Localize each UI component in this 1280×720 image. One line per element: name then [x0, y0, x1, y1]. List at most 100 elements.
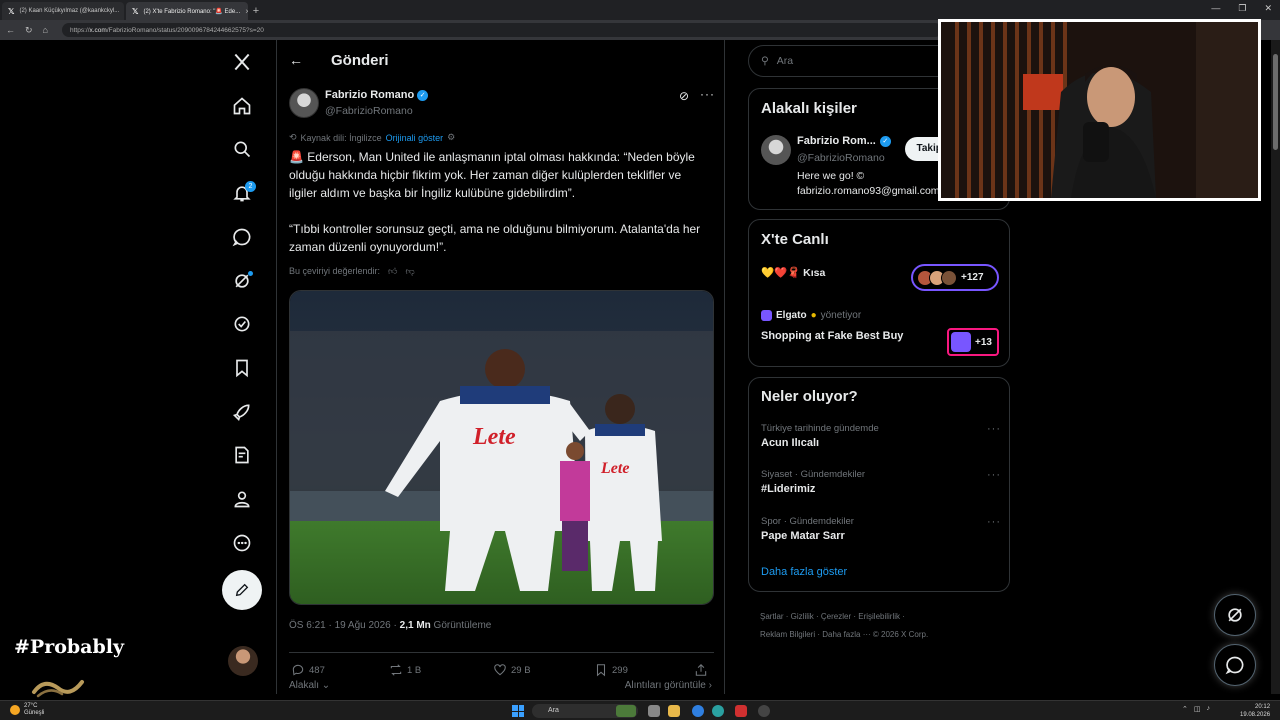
- trend-meta: Türkiye tarihinde gündemde: [761, 423, 879, 434]
- page-scrollbar[interactable]: [1271, 40, 1280, 694]
- verified-badge-icon: ✓: [879, 135, 891, 147]
- back-arrow-icon[interactable]: ←: [289, 52, 303, 68]
- edge-icon[interactable]: [712, 705, 724, 717]
- related-handle[interactable]: @FabrizioRomano: [797, 152, 885, 164]
- trend-item[interactable]: Spor · Gündemdekiler Pape Matar Sarr ···: [761, 516, 1001, 542]
- weather-condition: Güneşli: [24, 710, 45, 716]
- trend-more-icon[interactable]: ···: [987, 469, 1001, 481]
- like-button[interactable]: 29 B: [493, 663, 531, 677]
- trend-more-icon[interactable]: ···: [987, 516, 1001, 528]
- repost-button[interactable]: 1 B: [389, 663, 421, 677]
- grok-explain-icon[interactable]: ⊘: [679, 89, 689, 103]
- taskbar-clock[interactable]: 20:12 19.08.2026: [1240, 703, 1270, 719]
- grok-fab-button[interactable]: [1214, 594, 1256, 636]
- more-nav-icon[interactable]: [228, 529, 256, 557]
- footer-links-line[interactable]: Şartlar · Gizlilik · Çerezler · Erişileb…: [760, 608, 1010, 626]
- show-original-link[interactable]: Orijinali göster: [386, 133, 444, 143]
- settings-gear-icon[interactable]: ⚙: [447, 132, 455, 143]
- author-handle[interactable]: @FabrizioRomano: [325, 105, 413, 117]
- premium-nav-icon[interactable]: [228, 441, 256, 469]
- back-nav-icon[interactable]: ←: [6, 25, 15, 35]
- left-navigation: 2: [220, 40, 276, 694]
- post-photo[interactable]: Lete Lete: [289, 290, 714, 605]
- related-avatar[interactable]: [761, 135, 791, 165]
- listener-count: +127: [961, 272, 984, 283]
- thumbs-down-icon[interactable]: 👎︎: [405, 266, 414, 277]
- minimize-icon[interactable]: —: [1211, 3, 1220, 14]
- view-quotes-link[interactable]: Alıntıları görüntüle ›: [625, 680, 712, 691]
- close-window-icon[interactable]: ✕: [1264, 3, 1272, 14]
- show-more-link[interactable]: Daha fazla göster: [761, 566, 847, 578]
- tray-chevron-icon[interactable]: ⌃: [1182, 705, 1188, 713]
- live-space-title-2[interactable]: Shopping at Fake Best Buy: [761, 330, 903, 342]
- author-name-row[interactable]: Fabrizio Romano ✓: [325, 89, 429, 101]
- app-icon[interactable]: [735, 705, 747, 717]
- rate-translation-label: Bu çeviriyi değerlendir:: [289, 266, 381, 276]
- temperature: 27°C: [24, 703, 38, 709]
- share-button[interactable]: [694, 663, 708, 677]
- browser-tab[interactable]: 𝕏 (2) Kaan Küçükyılmaz (@kaankckyl... ×: [2, 2, 124, 20]
- related-name[interactable]: Fabrizio Rom...: [797, 135, 876, 147]
- bookmark-icon: [596, 664, 606, 677]
- trend-more-icon[interactable]: ···: [987, 423, 1001, 435]
- home-nav-icon[interactable]: [228, 92, 256, 120]
- thumbs-up-icon[interactable]: 👍︎: [388, 266, 397, 277]
- reply-sort-dropdown[interactable]: Alakalı ⌄: [289, 680, 330, 691]
- home-icon[interactable]: ⌂: [43, 25, 48, 35]
- trend-item[interactable]: Türkiye tarihinde gündemde Acun Ilıcalı …: [761, 423, 1001, 449]
- live-listeners-2[interactable]: +13: [947, 328, 999, 356]
- post-timestamp[interactable]: ÖS 6:21 · 19 Ağu 2026 ·: [289, 620, 400, 631]
- browser-tab-active[interactable]: 𝕏 (2) X'te Fabrizio Romano: "🚨 Ede... ×: [126, 2, 248, 20]
- bookmark-button[interactable]: 299: [594, 663, 628, 677]
- trends-title: Neler oluyor?: [761, 388, 858, 405]
- url-field[interactable]: https://x.com/FabrizioRomano/status/2090…: [61, 23, 942, 37]
- browser-tabbar: 𝕏 (2) Kaan Küçükyılmaz (@kaankckyl... × …: [0, 0, 1280, 20]
- host-name[interactable]: Elgato: [776, 310, 807, 321]
- live-listeners[interactable]: +127: [911, 264, 999, 291]
- view-count: 2,1 Mn: [399, 620, 431, 631]
- profile-nav-icon[interactable]: [228, 485, 256, 513]
- obs-icon[interactable]: [758, 705, 770, 717]
- network-icon[interactable]: ◫: [1194, 705, 1201, 713]
- shirt-sponsor: Lete: [600, 460, 629, 477]
- quotes-label: Alıntıları görüntüle: [624, 680, 706, 691]
- volume-icon[interactable]: ♪: [1207, 705, 1211, 713]
- messages-fab-button[interactable]: [1214, 644, 1256, 686]
- author-avatar[interactable]: [289, 88, 319, 118]
- discord-icon[interactable]: [692, 705, 704, 717]
- post-paragraph: 🚨 Ederson, Man United ile anlaşmanın ipt…: [289, 150, 695, 200]
- url-prefix: https://: [69, 26, 90, 34]
- reload-icon[interactable]: ↻: [25, 25, 33, 36]
- post-more-icon[interactable]: ···: [700, 87, 715, 101]
- scroll-thumb[interactable]: [1273, 54, 1278, 150]
- host-role: yönetiyor: [820, 310, 862, 321]
- task-view-icon[interactable]: [648, 705, 660, 717]
- notifications-nav-icon[interactable]: 2: [228, 179, 256, 207]
- weather-widget[interactable]: 27°C Güneşli: [10, 703, 44, 717]
- page-title: Gönderi: [331, 52, 389, 69]
- x-logo-icon[interactable]: [228, 48, 256, 76]
- messages-nav-icon[interactable]: [228, 223, 256, 251]
- trend-item[interactable]: Siyaset · Gündemdekiler #Liderimiz ···: [761, 469, 1001, 495]
- grok-nav-icon[interactable]: [228, 267, 256, 295]
- search-nav-icon[interactable]: [228, 135, 256, 163]
- bookmarks-nav-icon[interactable]: [228, 354, 256, 382]
- compose-post-button[interactable]: [222, 570, 262, 610]
- author-name[interactable]: Fabrizio Romano: [325, 89, 414, 101]
- shirt-sponsor: Lete: [472, 424, 516, 450]
- live-space-title[interactable]: 💛❤️🧣 Kısa: [761, 266, 825, 279]
- bio-email[interactable]: fabrizio.romano93@gmail.com: [797, 184, 940, 199]
- account-avatar[interactable]: [228, 646, 258, 676]
- translate-icon: ⟲: [289, 132, 297, 142]
- reply-button[interactable]: 487: [291, 663, 325, 677]
- footer-links-line[interactable]: Reklam Bilgileri · Daha fazla ··· © 2026…: [760, 626, 1010, 644]
- windows-start-icon[interactable]: [512, 705, 524, 717]
- compose-icon: [235, 583, 249, 597]
- jobs-rocket-nav-icon[interactable]: [228, 398, 256, 426]
- file-explorer-icon[interactable]: [668, 705, 680, 717]
- related-name-row[interactable]: Fabrizio Rom... ✓: [797, 135, 891, 147]
- restore-icon[interactable]: ❐: [1238, 3, 1246, 14]
- verified-orgs-nav-icon[interactable]: [228, 310, 256, 338]
- view-label: Görüntüleme: [430, 620, 492, 631]
- new-tab-button[interactable]: +: [248, 2, 264, 20]
